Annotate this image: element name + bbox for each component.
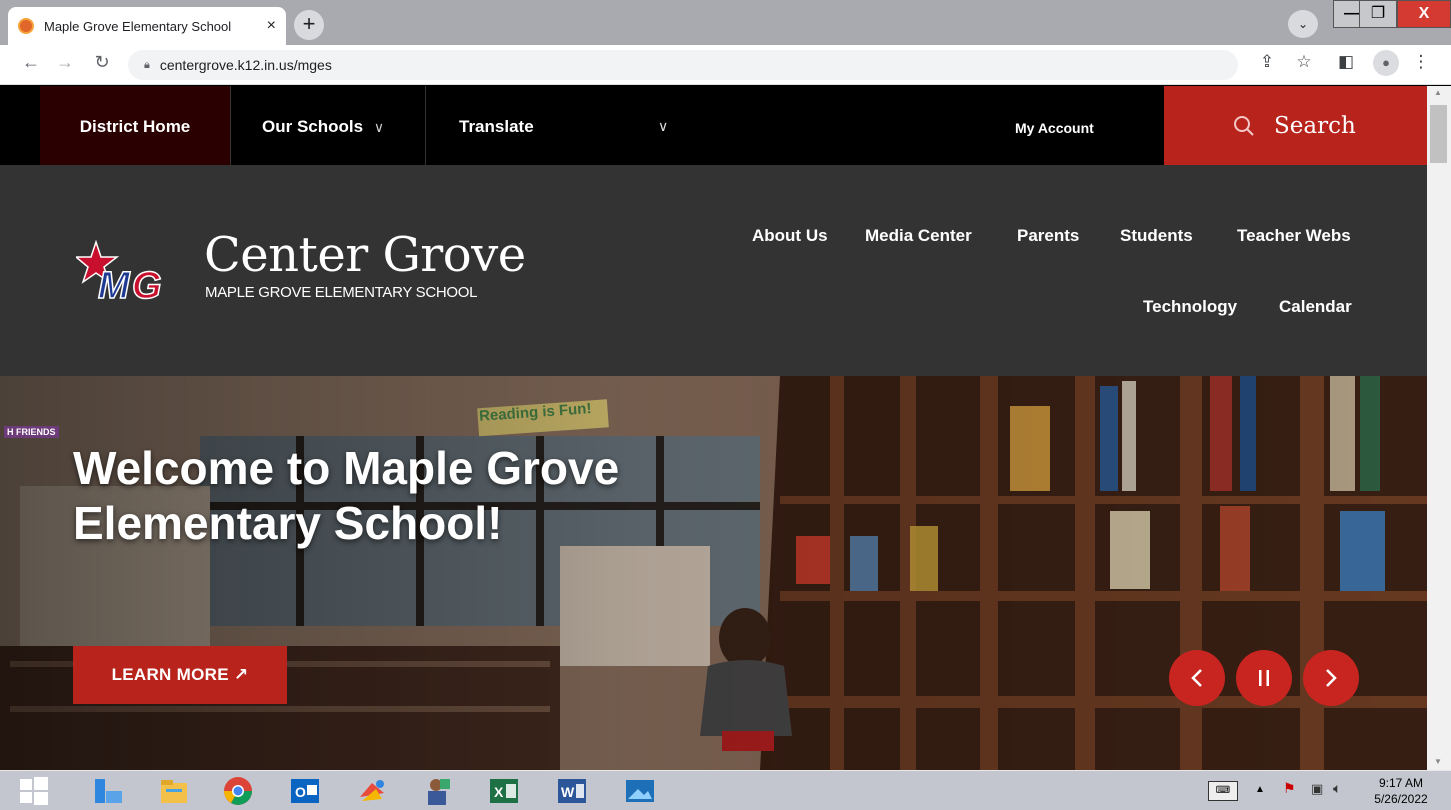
action-center-flag-icon[interactable]: ⚑ xyxy=(1283,780,1296,797)
svg-text:W: W xyxy=(561,784,575,800)
lock-icon: 🔒︎ xyxy=(144,58,150,71)
svg-text:G: G xyxy=(132,265,162,302)
nav-students[interactable]: Students xyxy=(1120,226,1193,246)
network-app-icon[interactable] xyxy=(92,775,124,807)
windows-start-icon[interactable] xyxy=(18,775,50,807)
side-panel-icon[interactable]: ◧ xyxy=(1334,52,1358,72)
url-text: centergrove.k12.in.us/mges xyxy=(159,57,332,73)
chevron-down-icon[interactable]: ∨ xyxy=(658,118,668,135)
maximize-button[interactable]: ❐ xyxy=(1359,0,1397,28)
keyboard-icon[interactable]: ⌨ xyxy=(1208,781,1238,801)
app-icon-person[interactable] xyxy=(422,775,454,807)
nav-about-us[interactable]: About Us xyxy=(752,226,828,246)
share-icon[interactable]: ⇪ xyxy=(1255,52,1279,72)
show-hidden-icons-chevron-icon[interactable]: ▲ xyxy=(1255,784,1265,795)
poster-text: H FRIENDS xyxy=(4,426,59,438)
nav-technology[interactable]: Technology xyxy=(1143,297,1237,317)
bookmark-star-icon[interactable]: ☆ xyxy=(1292,52,1316,72)
hero-title: Welcome to Maple Grove Elementary School… xyxy=(73,442,620,549)
next-slide-button[interactable] xyxy=(1303,650,1359,706)
new-tab-button[interactable]: + xyxy=(294,10,324,40)
library-photo xyxy=(0,376,1427,770)
my-account-link[interactable]: My Account xyxy=(1015,120,1094,136)
search-label: Search xyxy=(1274,112,1356,139)
search-icon xyxy=(1234,115,1254,136)
chrome-icon[interactable] xyxy=(222,775,254,807)
our-schools-label: Our Schools xyxy=(262,117,364,136)
nav-teacher-webs[interactable]: Teacher Webs xyxy=(1237,226,1351,246)
nav-calendar[interactable]: Calendar xyxy=(1279,297,1352,317)
scroll-down-icon[interactable]: ▼ xyxy=(1434,757,1442,766)
profile-avatar-icon[interactable]: ● xyxy=(1373,50,1399,76)
tab-close-icon[interactable]: × xyxy=(267,17,276,35)
previous-slide-button[interactable] xyxy=(1169,650,1225,706)
tab-search-chevron-icon[interactable]: ⌄ xyxy=(1288,10,1318,38)
translate-label: Translate xyxy=(459,117,534,136)
vertical-scrollbar[interactable] xyxy=(1427,86,1451,770)
search-button[interactable]: Search xyxy=(1164,86,1427,165)
tab-title: Maple Grove Elementary School xyxy=(44,18,232,34)
reload-icon[interactable]: ↻ xyxy=(89,52,115,73)
back-icon[interactable]: ← xyxy=(18,52,44,73)
chevron-left-icon xyxy=(1191,669,1202,687)
window-close-button[interactable]: X xyxy=(1397,0,1451,28)
svg-text:M: M xyxy=(98,265,131,302)
nav-parents[interactable]: Parents xyxy=(1017,226,1079,246)
district-home-link[interactable]: District Home xyxy=(40,86,230,165)
taskbar-clock[interactable]: 9:17 AM 5/26/2022 xyxy=(1363,775,1439,807)
hero-slider xyxy=(0,376,1427,770)
excel-icon[interactable]: X xyxy=(488,775,520,807)
pause-icon xyxy=(1259,670,1269,686)
browser-menu-icon[interactable]: ⋮ xyxy=(1409,52,1433,72)
app-icon-swoosh[interactable] xyxy=(356,775,388,807)
outlook-icon[interactable]: O xyxy=(289,775,321,807)
nav-media-center[interactable]: Media Center xyxy=(865,226,972,246)
clock-time: 9:17 AM xyxy=(1378,776,1424,790)
center-grove-logo[interactable]: M G xyxy=(76,240,168,302)
chevron-right-icon xyxy=(1326,669,1337,687)
word-icon[interactable]: W xyxy=(556,775,588,807)
network-status-icon[interactable]: ▣ xyxy=(1311,781,1323,797)
school-name: MAPLE GROVE ELEMENTARY SCHOOL xyxy=(205,284,478,301)
scrollbar-thumb[interactable] xyxy=(1430,105,1447,163)
our-schools-dropdown[interactable]: Our Schools ∨ xyxy=(230,86,426,165)
chevron-down-icon: ∨ xyxy=(373,119,385,135)
brand-title[interactable]: Center Grove xyxy=(204,225,526,285)
file-explorer-icon[interactable] xyxy=(158,775,190,807)
volume-icon[interactable]: 🔈︎ xyxy=(1333,780,1341,797)
learn-more-button[interactable]: LEARN MORE ↗ xyxy=(73,646,287,704)
photos-icon[interactable] xyxy=(624,775,656,807)
pause-slide-button[interactable] xyxy=(1236,650,1292,706)
address-bar[interactable]: 🔒︎ centergrove.k12.in.us/mges xyxy=(128,50,1238,80)
translate-dropdown[interactable]: Translate xyxy=(426,86,696,165)
clock-date: 5/26/2022 xyxy=(1374,792,1428,806)
site-favicon-icon xyxy=(18,18,34,34)
svg-text:X: X xyxy=(494,784,504,800)
browser-tab[interactable]: Maple Grove Elementary School × xyxy=(8,7,286,45)
scroll-up-icon[interactable]: ▲ xyxy=(1434,88,1442,97)
svg-text:O: O xyxy=(295,784,306,800)
forward-icon[interactable]: → xyxy=(52,52,78,73)
